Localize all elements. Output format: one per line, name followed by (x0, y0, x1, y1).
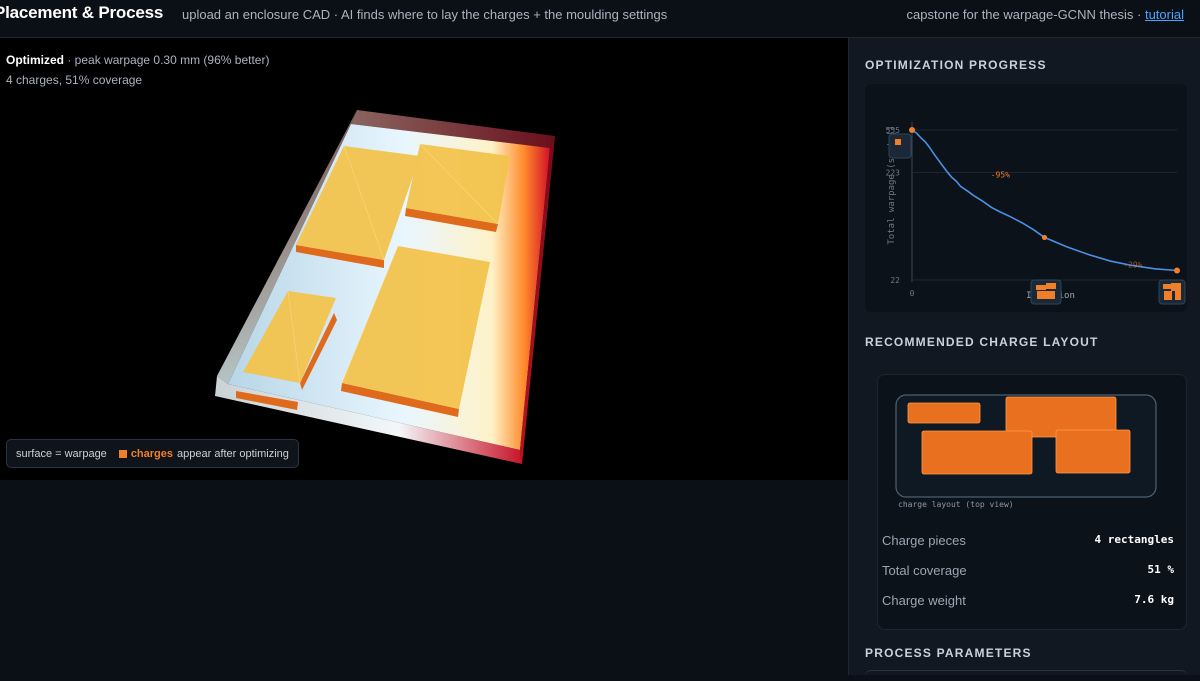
layout-thumbnail (888, 133, 912, 159)
stat-label: Charge weight (882, 593, 966, 608)
legend-chip: surface = warpage charges appear after o… (6, 439, 299, 468)
chart-point (909, 127, 915, 133)
enclosure-model[interactable] (0, 38, 848, 480)
stat-row: Total coverage 51 % (882, 563, 1174, 583)
header-caption: capstone for the warpage-GCNN thesis · (906, 7, 1145, 22)
y-tick-label: 22 (890, 276, 900, 285)
tutorial-link[interactable]: tutorial (1145, 7, 1184, 22)
chart-point (1174, 267, 1180, 274)
process-title: PROCESS PARAMETERS (865, 646, 1032, 660)
charge-rect (907, 402, 981, 424)
process-card (865, 670, 1187, 681)
charge-layout-card: charge layout (top view) (877, 374, 1187, 630)
app-subtitle: upload an enclosure CAD · AI finds where… (182, 7, 668, 22)
stat-label: Charge pieces (882, 533, 966, 548)
stat-row: Charge weight 7.6 kg (882, 593, 1174, 613)
charge-rect (921, 430, 1033, 475)
charge-rect (1055, 429, 1131, 474)
chart-grid (911, 122, 1177, 282)
chart-annotation: -29% (1123, 261, 1142, 270)
3d-viewer[interactable]: Optimized · peak warpage 0.30 mm (96% be… (0, 38, 848, 480)
progress-chart-card: 555223220120-95%-29% Total warpage (sum|… (865, 84, 1187, 312)
stat-value: 51 % (1147, 563, 1175, 576)
stat-value: 4 rectangles (1094, 533, 1174, 546)
top-bar: Placement & Process upload an enclosure … (0, 0, 1200, 38)
stat-label: Total coverage (882, 563, 967, 578)
x-tick-label: 0 (910, 289, 915, 298)
layout-thumbnail (1030, 279, 1062, 305)
layout-caption: charge layout (top view) (898, 500, 1014, 509)
stat-row: Charge pieces 4 rectangles (882, 533, 1174, 553)
status-line-2: 4 charges, 51% coverage (6, 73, 143, 87)
layout-title: RECOMMENDED CHARGE LAYOUT (865, 335, 1099, 349)
progress-chart: 555223220120-95%-29% Total warpage (sum|… (886, 122, 1186, 305)
status-detail: · peak warpage 0.30 mm (96% better) (64, 53, 270, 67)
app-title: Placement & Process (0, 3, 164, 22)
right-panel: OPTIMIZATION PROGRESS 555223220120-95%-2… (848, 38, 1200, 675)
layout-thumbnail (1158, 279, 1186, 305)
chart-series-line (911, 129, 1178, 272)
progress-title: OPTIMIZATION PROGRESS (865, 58, 1047, 72)
chart-point (1041, 234, 1048, 241)
status-line: Optimized · peak warpage 0.30 mm (96% be… (6, 53, 269, 67)
legend-surface: surface = warpage (16, 447, 107, 460)
charge-swatch-icon (118, 449, 127, 458)
chart-annotation: -95% (991, 170, 1010, 179)
legend-suffix: appear after optimizing (177, 447, 289, 460)
status-label: Optimized (6, 53, 65, 67)
legend-charges: charges (130, 447, 174, 460)
charge-layout-diagram: charge layout (top view) (895, 394, 1157, 509)
header-right-text: capstone for the warpage-GCNN thesis · t… (907, 7, 1184, 22)
stat-value: 7.6 kg (1134, 593, 1174, 606)
viewer-footer-area (0, 480, 848, 675)
